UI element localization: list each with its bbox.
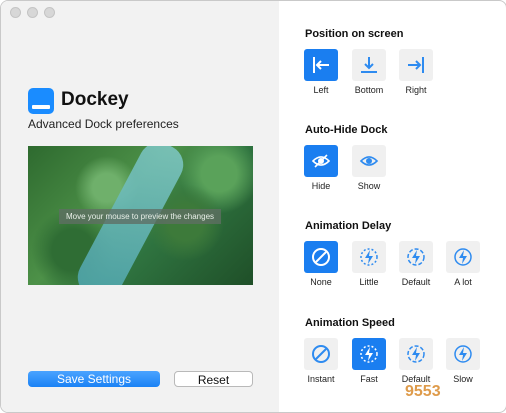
option-label: Slow bbox=[453, 374, 473, 384]
delay-little-option[interactable]: Little bbox=[344, 241, 394, 287]
position-left-option[interactable]: Left bbox=[296, 49, 346, 95]
bolt-circle-icon bbox=[446, 338, 480, 370]
window-controls bbox=[10, 7, 55, 18]
bolt-dotted-icon bbox=[352, 241, 386, 273]
position-title: Position on screen bbox=[305, 28, 404, 40]
delay-default-option[interactable]: Default bbox=[391, 241, 441, 287]
watermark: 9553 bbox=[405, 383, 441, 400]
bolt-dotted-icon bbox=[399, 241, 433, 273]
position-bottom-option[interactable]: Bottom bbox=[344, 49, 394, 95]
arrow-left-icon bbox=[304, 49, 338, 81]
eye-slash-icon bbox=[304, 145, 338, 177]
preview-hint: Move your mouse to preview the changes bbox=[59, 209, 221, 224]
speed-title: Animation Speed bbox=[305, 317, 395, 329]
option-label: None bbox=[310, 277, 332, 287]
minimize-button[interactable] bbox=[27, 7, 38, 18]
bolt-dotted-icon bbox=[352, 338, 386, 370]
no-icon bbox=[304, 241, 338, 273]
reset-button[interactable]: Reset bbox=[174, 371, 253, 387]
close-button[interactable] bbox=[10, 7, 21, 18]
option-label: Fast bbox=[360, 374, 378, 384]
autohide-title: Auto-Hide Dock bbox=[305, 124, 388, 136]
eye-icon bbox=[352, 145, 386, 177]
option-label: Right bbox=[405, 85, 427, 95]
no-icon bbox=[304, 338, 338, 370]
option-label: Instant bbox=[307, 374, 335, 384]
option-label: Hide bbox=[311, 181, 331, 191]
speed-default-option[interactable]: Default bbox=[391, 338, 441, 384]
autohide-show-option[interactable]: Show bbox=[344, 145, 394, 191]
speed-slow-option[interactable]: Slow bbox=[438, 338, 488, 384]
arrow-down-icon bbox=[352, 49, 386, 81]
option-label: Show bbox=[357, 181, 381, 191]
zoom-button[interactable] bbox=[44, 7, 55, 18]
delay-title: Animation Delay bbox=[305, 220, 392, 232]
option-label: Default bbox=[401, 277, 431, 287]
option-label: A lot bbox=[454, 277, 472, 287]
bolt-circle-icon bbox=[446, 241, 480, 273]
app-title: Dockey bbox=[61, 89, 129, 110]
bolt-dotted-icon bbox=[399, 338, 433, 370]
delay-alot-option[interactable]: A lot bbox=[438, 241, 488, 287]
dock-icon bbox=[28, 88, 54, 114]
delay-none-option[interactable]: None bbox=[296, 241, 346, 287]
app-subtitle: Advanced Dock preferences bbox=[28, 117, 179, 131]
save-settings-button[interactable]: Save Settings bbox=[28, 371, 160, 387]
arrow-right-icon bbox=[399, 49, 433, 81]
speed-fast-option[interactable]: Fast bbox=[344, 338, 394, 384]
option-label: Left bbox=[313, 85, 329, 95]
preview-image[interactable]: Move your mouse to preview the changes bbox=[28, 146, 253, 285]
speed-instant-option[interactable]: Instant bbox=[296, 338, 346, 384]
option-label: Bottom bbox=[354, 85, 384, 95]
autohide-hide-option[interactable]: Hide bbox=[296, 145, 346, 191]
position-right-option[interactable]: Right bbox=[391, 49, 441, 95]
app-window: Dockey Advanced Dock preferences Move yo… bbox=[0, 0, 506, 413]
option-label: Little bbox=[359, 277, 379, 287]
left-panel: Dockey Advanced Dock preferences Move yo… bbox=[1, 1, 279, 412]
